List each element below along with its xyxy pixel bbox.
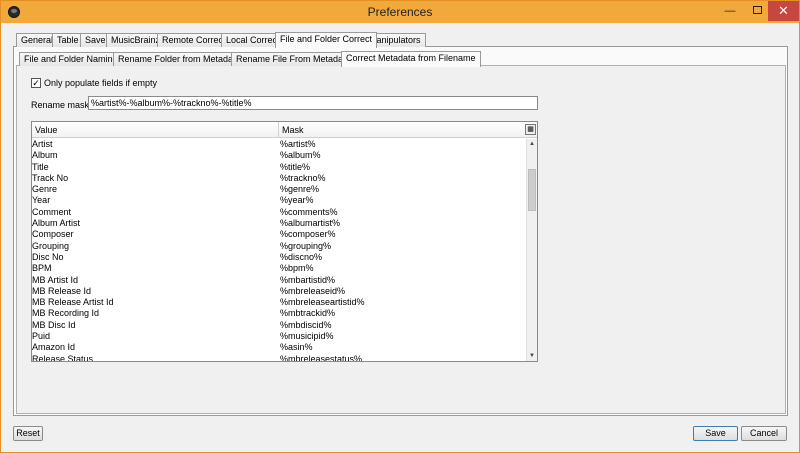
cell-value: MB Artist Id bbox=[32, 274, 79, 285]
cell-mask[interactable]: %year% bbox=[280, 195, 314, 206]
table-row[interactable]: Track No %trackno% bbox=[32, 173, 526, 184]
cell-value: Comment bbox=[32, 206, 72, 217]
cell-value: Grouping bbox=[32, 240, 70, 251]
window-title: Preferences bbox=[367, 5, 433, 19]
outer-tab-strip: General Table Save MusicBrainz Remote Correc… bbox=[16, 32, 426, 48]
table-row[interactable]: Puid %musicipid% bbox=[32, 331, 526, 342]
save-button[interactable]: Save bbox=[693, 426, 738, 441]
table-row[interactable]: MB Release Id %mbreleaseid% bbox=[32, 286, 526, 297]
cell-mask[interactable]: %artist% bbox=[280, 139, 316, 150]
maximize-icon bbox=[752, 6, 762, 15]
tab-file-and-folder-correct[interactable]: File and Folder Correct bbox=[275, 32, 378, 48]
only-populate-checkbox[interactable]: ✓ bbox=[31, 78, 41, 88]
inner-tab-strip: File and Folder Naming Rename Folder from… bbox=[19, 51, 481, 67]
rename-mask-label: Rename mask: bbox=[31, 100, 92, 110]
close-button[interactable]: ✕ bbox=[768, 1, 799, 21]
table-row[interactable]: Composer %composer% bbox=[32, 229, 526, 240]
table-body: Artist %artist% Album %album% Title %title% Tr… bbox=[32, 139, 526, 362]
cell-value: Genre bbox=[32, 184, 58, 195]
subtab-file-and-folder-naming[interactable]: File and Folder Naming bbox=[19, 52, 123, 66]
rename-mask-input[interactable] bbox=[88, 96, 538, 110]
cell-value: Track No bbox=[32, 172, 69, 183]
cell-value: Year bbox=[32, 195, 51, 206]
scroll-thumb[interactable] bbox=[528, 169, 536, 211]
cell-mask[interactable]: %album% bbox=[280, 150, 321, 161]
cell-mask[interactable]: %comments% bbox=[280, 207, 338, 218]
cell-mask[interactable]: %mbreleaseartistid% bbox=[280, 297, 365, 308]
cell-mask[interactable]: %asin% bbox=[280, 342, 313, 353]
column-divider[interactable] bbox=[278, 122, 279, 138]
cell-value: Artist bbox=[32, 139, 53, 149]
column-chooser-icon[interactable]: ▦ bbox=[525, 124, 536, 135]
table-header: Value Mask ▦ bbox=[32, 122, 537, 138]
minimize-button[interactable]: — bbox=[717, 1, 743, 21]
table-row[interactable]: BPM %bpm% bbox=[32, 263, 526, 274]
cell-value: Disc No bbox=[32, 251, 64, 262]
cell-mask[interactable]: %mbdiscid% bbox=[280, 320, 332, 331]
table-row[interactable]: Release Status %mbreleasestatus% bbox=[32, 353, 526, 362]
tab-remote-correct[interactable]: Remote Correct bbox=[157, 33, 231, 47]
cell-mask[interactable]: %bpm% bbox=[280, 263, 314, 274]
table-row[interactable]: Disc No %discno% bbox=[32, 252, 526, 263]
table-row[interactable]: Year %year% bbox=[32, 195, 526, 206]
cell-mask[interactable]: %musicipid% bbox=[280, 331, 334, 342]
close-icon: ✕ bbox=[778, 3, 789, 18]
cell-value: MB Disc Id bbox=[32, 319, 76, 330]
table-row[interactable]: Album %album% bbox=[32, 150, 526, 161]
cell-mask[interactable]: %genre% bbox=[280, 184, 319, 195]
table-row[interactable]: Amazon Id %asin% bbox=[32, 342, 526, 353]
cell-mask[interactable]: %mbartistid% bbox=[280, 275, 335, 286]
subtab-rename-file-from-metadata[interactable]: Rename File From Metadata bbox=[231, 52, 356, 66]
cell-mask[interactable]: %mbtrackid% bbox=[280, 308, 335, 319]
cell-mask[interactable]: %trackno% bbox=[280, 173, 326, 184]
cell-mask[interactable]: %title% bbox=[280, 162, 310, 173]
cell-value: Album bbox=[32, 150, 58, 161]
vertical-scrollbar[interactable]: ▲ ▼ bbox=[526, 139, 537, 361]
table-row[interactable]: Genre %genre% bbox=[32, 184, 526, 195]
minimize-icon: — bbox=[724, 5, 736, 17]
cell-mask[interactable]: %discno% bbox=[280, 252, 322, 263]
column-header-value[interactable]: Value bbox=[35, 125, 57, 135]
cell-value: MB Release Artist Id bbox=[32, 297, 114, 308]
cell-mask[interactable]: %composer% bbox=[280, 229, 336, 240]
preferences-window: Preferences — ✕ General Table Save MusicBra… bbox=[0, 0, 800, 453]
table-row[interactable]: Artist %artist% bbox=[32, 139, 526, 150]
scroll-down-icon[interactable]: ▼ bbox=[527, 351, 537, 361]
cell-mask[interactable]: %mbreleasestatus% bbox=[280, 354, 362, 361]
table-row[interactable]: Title %title% bbox=[32, 162, 526, 173]
table-row[interactable]: Comment %comments% bbox=[32, 207, 526, 218]
cell-mask[interactable]: %grouping% bbox=[280, 241, 331, 252]
cell-value: MB Release Id bbox=[32, 285, 92, 296]
table-row[interactable]: MB Release Artist Id %mbreleaseartistid% bbox=[32, 297, 526, 308]
table-row[interactable]: Album Artist %albumartist% bbox=[32, 218, 526, 229]
scroll-up-icon[interactable]: ▲ bbox=[527, 139, 537, 149]
cell-value: Album Artist bbox=[32, 218, 81, 229]
column-header-mask[interactable]: Mask bbox=[282, 125, 304, 135]
mask-table: Value Mask ▦ Artist %artist% Album %album% T… bbox=[31, 121, 538, 362]
maximize-button[interactable] bbox=[744, 1, 770, 21]
only-populate-label: Only populate fields if empty bbox=[44, 78, 158, 88]
subtab-rename-folder-from-metadata[interactable]: Rename Folder from Metadata bbox=[113, 52, 246, 66]
cancel-button[interactable]: Cancel bbox=[741, 426, 787, 441]
cell-value: Amazon Id bbox=[32, 342, 76, 353]
check-icon: ✓ bbox=[32, 78, 40, 88]
cell-mask[interactable]: %mbreleaseid% bbox=[280, 286, 345, 297]
cell-mask[interactable]: %albumartist% bbox=[280, 218, 340, 229]
table-row[interactable]: MB Disc Id %mbdiscid% bbox=[32, 320, 526, 331]
cell-value: Composer bbox=[32, 229, 74, 240]
cell-value: Puid bbox=[32, 331, 51, 342]
tab-table[interactable]: Table bbox=[52, 33, 84, 47]
table-row[interactable]: MB Artist Id %mbartistid% bbox=[32, 275, 526, 286]
cell-value: Release Status bbox=[32, 353, 94, 362]
cell-value: Title bbox=[32, 161, 49, 172]
cell-value: MB Recording Id bbox=[32, 308, 100, 319]
table-row[interactable]: MB Recording Id %mbtrackid% bbox=[32, 308, 526, 319]
title-bar[interactable]: Preferences — ✕ bbox=[1, 1, 799, 23]
subtab-correct-metadata-from-filename[interactable]: Correct Metadata from Filename bbox=[341, 51, 481, 67]
table-row[interactable]: Grouping %grouping% bbox=[32, 241, 526, 252]
reset-button[interactable]: Reset bbox=[13, 426, 43, 441]
cell-value: BPM bbox=[32, 263, 52, 274]
